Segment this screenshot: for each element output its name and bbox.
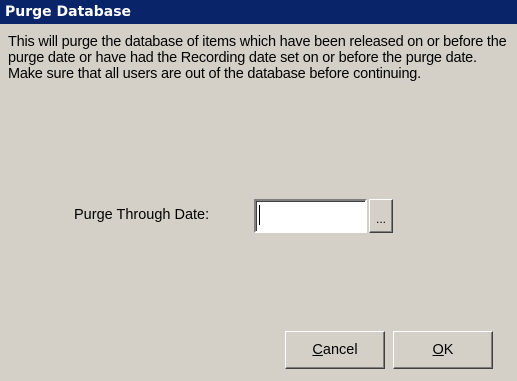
cancel-mnemonic: C — [312, 342, 323, 358]
cancel-label: ancel — [322, 342, 358, 358]
title-bar[interactable]: Purge Database — [0, 0, 517, 24]
ok-mnemonic: O — [432, 342, 444, 358]
purge-through-date-label: Purge Through Date: — [74, 207, 210, 223]
date-picker-button[interactable]: ... — [369, 199, 393, 233]
text-caret — [259, 205, 260, 225]
window-title: Purge Database — [5, 4, 132, 20]
ellipsis-icon: ... — [375, 212, 386, 226]
ok-button[interactable]: OK — [393, 331, 493, 369]
purge-through-date-field[interactable] — [254, 199, 367, 233]
ok-label: K — [443, 342, 454, 358]
cancel-button[interactable]: Cancel — [285, 331, 385, 369]
purge-description: This will purge the database of items wh… — [8, 34, 507, 82]
purge-database-dialog: Purge Database This will purge the datab… — [0, 0, 517, 381]
